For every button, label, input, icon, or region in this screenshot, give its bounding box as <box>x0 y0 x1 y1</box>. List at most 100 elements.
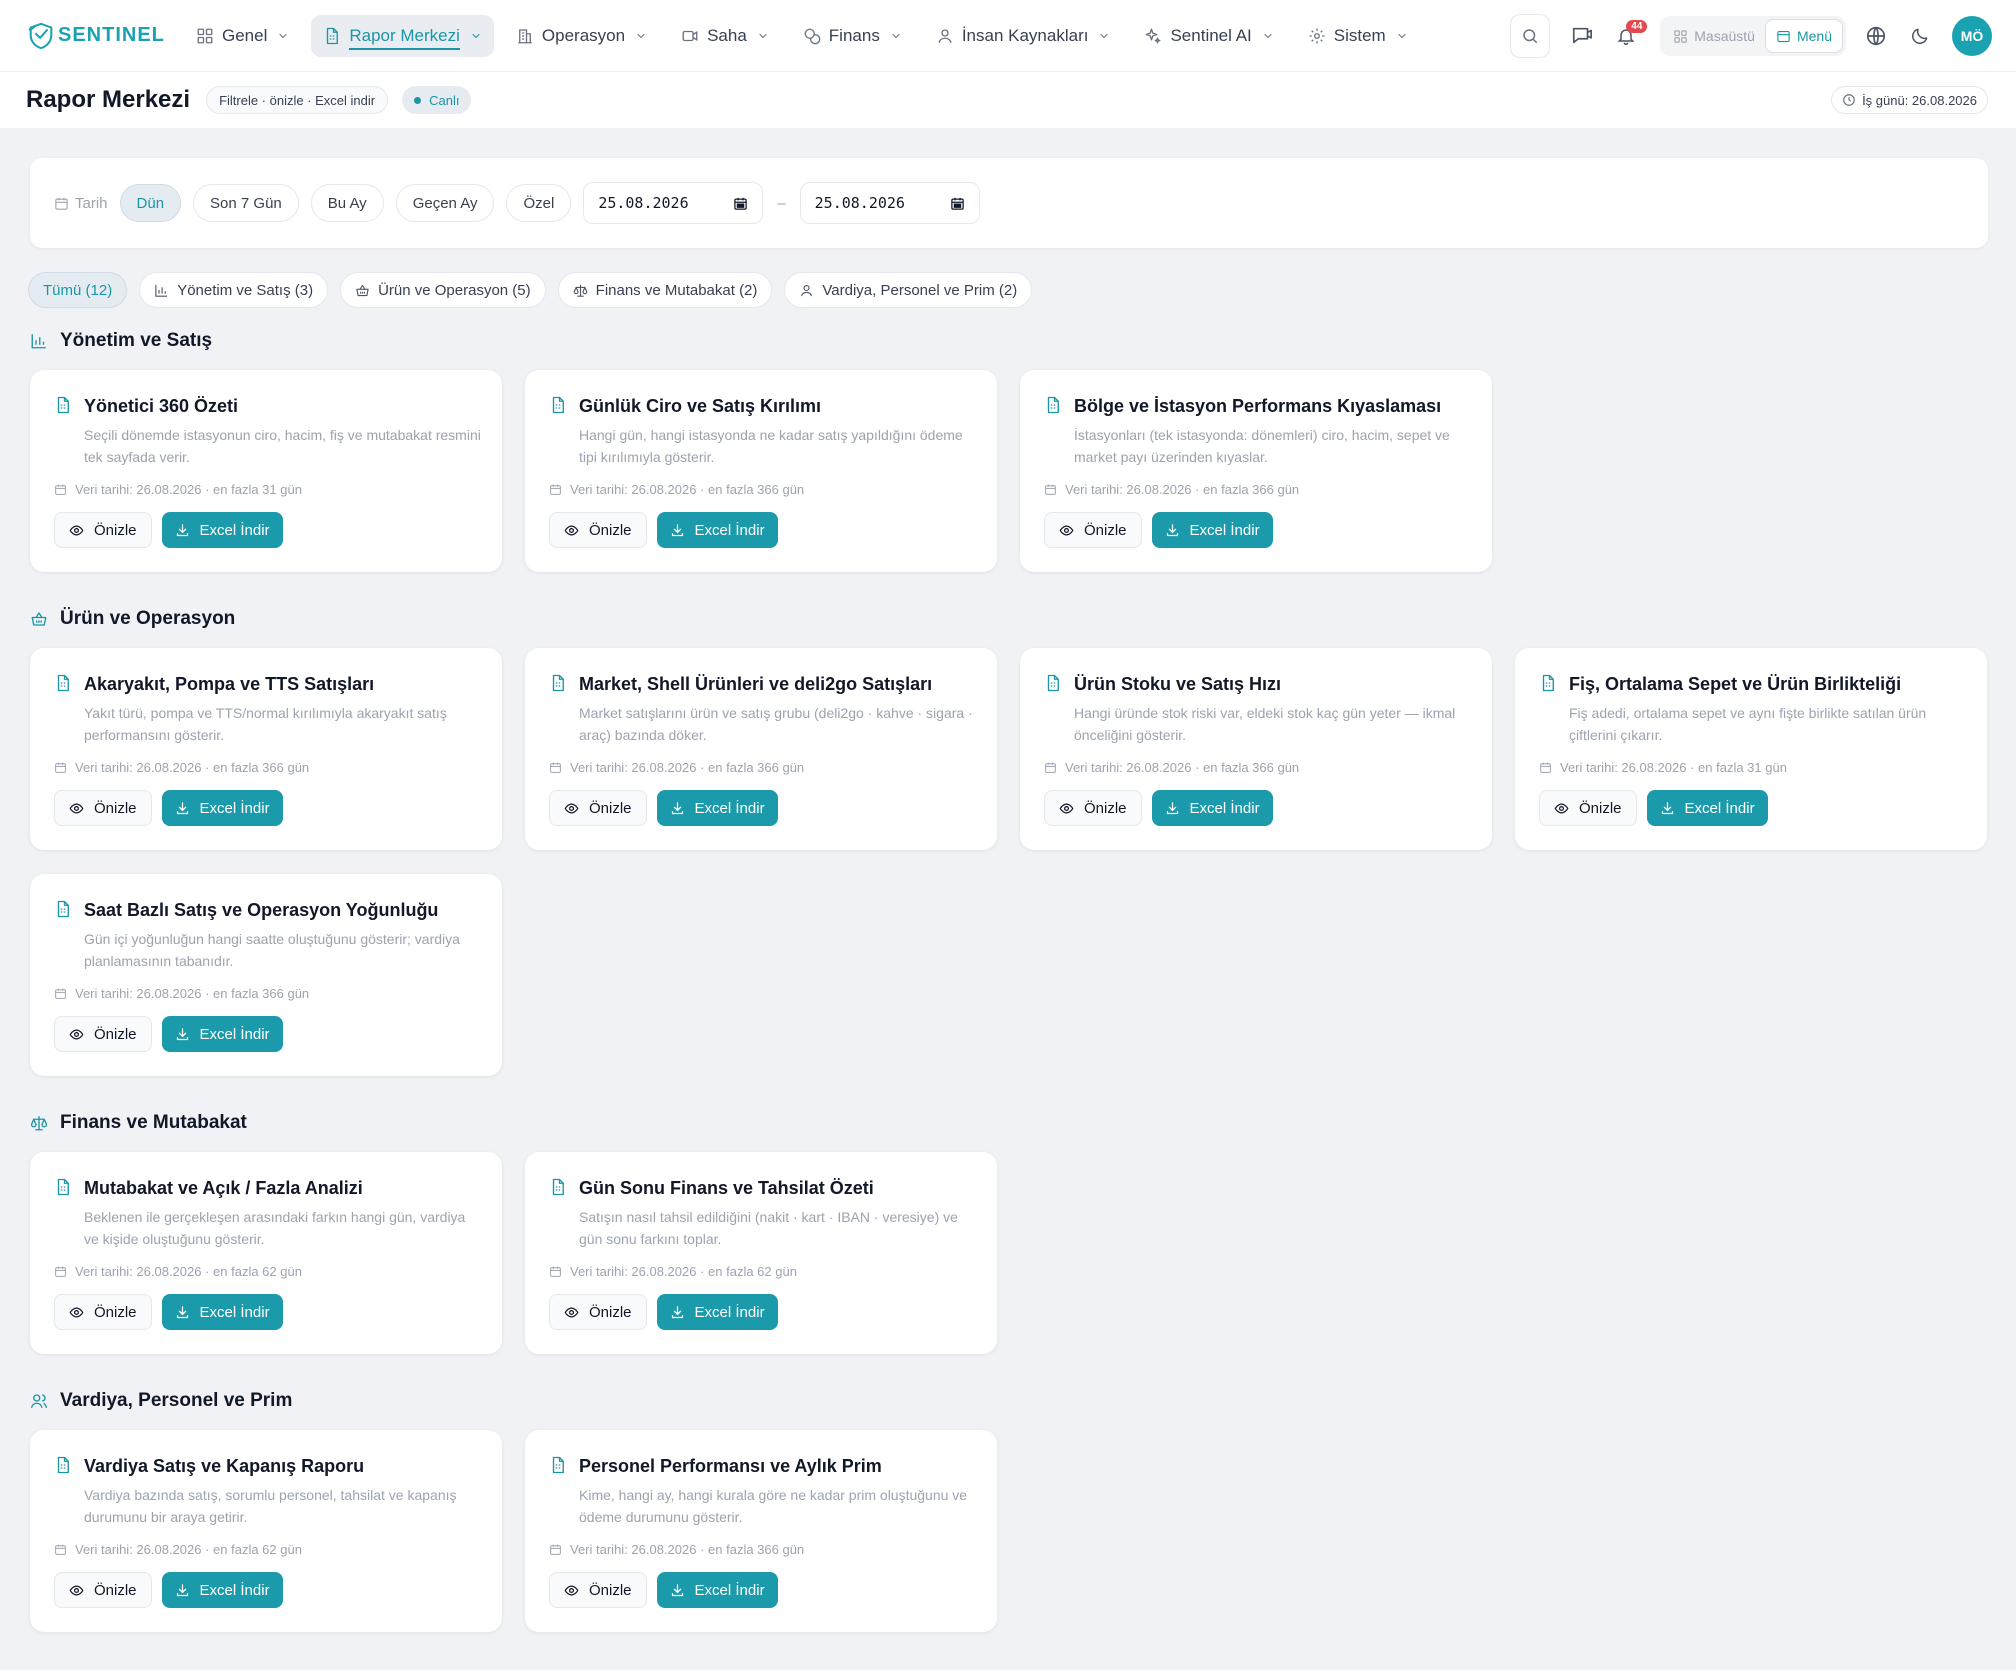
brand-name: SENTINEL <box>58 24 165 46</box>
chevron-down-icon <box>470 30 482 42</box>
view-desktop-button[interactable]: Masaüstü <box>1663 19 1765 53</box>
calendar-icon <box>54 483 67 496</box>
preview-button[interactable]: Önizle <box>54 1016 152 1052</box>
report-card-description: Yakıt türü, pompa ve TTS/normal kırılımı… <box>84 705 447 743</box>
nav-item-sistem[interactable]: Sistem <box>1296 15 1420 57</box>
date-label-text: Tarih <box>75 194 108 212</box>
report-card-meta: Veri tarihi: 26.08.2026 · en fazla 366 g… <box>1044 760 1299 775</box>
report-card-actions: Önizle Excel İndir <box>1539 790 1768 826</box>
shield-logo-icon <box>26 21 56 51</box>
excel-download-button[interactable]: Excel İndir <box>1151 790 1273 826</box>
excel-download-button[interactable]: Excel İndir <box>1151 512 1273 548</box>
category-tab-finans-ve-mutabakat-2[interactable]: Finans ve Mutabakat (2) <box>557 272 773 308</box>
user-icon <box>936 27 954 45</box>
search-button[interactable] <box>1510 14 1551 58</box>
preview-button[interactable]: Önizle <box>1044 512 1142 548</box>
date-preset-gecen-ay[interactable]: Geçen Ay <box>395 184 495 222</box>
nav-item-sentinel-ai[interactable]: Sentinel AI <box>1132 15 1285 57</box>
date-preset-bu-ay[interactable]: Bu Ay <box>310 184 384 222</box>
view-menu-label: Menü <box>1796 28 1832 44</box>
excel-download-button[interactable]: Excel İndir <box>656 790 778 826</box>
excel-download-button[interactable]: Excel İndir <box>1646 790 1768 826</box>
live-label: Canlı <box>429 92 460 108</box>
nav-item-operasyon[interactable]: Operasyon <box>504 15 659 57</box>
date-separator: – <box>777 194 786 212</box>
chat-button[interactable] <box>1560 14 1604 58</box>
calendar-picker-icon[interactable] <box>950 196 965 211</box>
excel-download-button[interactable]: Excel İndir <box>161 1572 283 1608</box>
download-icon <box>1165 801 1180 816</box>
preview-label: Önizle <box>589 521 632 539</box>
nav-item-insan-kaynaklari[interactable]: İnsan Kaynakları <box>924 15 1123 57</box>
chevron-down-icon <box>1396 30 1408 42</box>
category-tab-label: Tümü (12) <box>43 281 113 299</box>
date-preset-son-7-gun[interactable]: Son 7 Gün <box>193 184 299 222</box>
end-date-input[interactable]: 25.08.2026 <box>799 182 980 224</box>
excel-download-button[interactable]: Excel İndir <box>161 1016 283 1052</box>
excel-download-button[interactable]: Excel İndir <box>161 512 283 548</box>
top-nav: SENTINEL Genel Rapor Merkezi Operasyon Saha… <box>0 0 2016 72</box>
excel-download-label: Excel İndir <box>1684 799 1755 817</box>
category-tab-vardiya-personel-ve-prim-2[interactable]: Vardiya, Personel ve Prim (2) <box>784 272 1033 308</box>
preview-button[interactable]: Önizle <box>54 512 152 548</box>
category-tab-yonetim-ve-satis-3[interactable]: Yönetim ve Satış (3) <box>139 272 329 308</box>
preview-button[interactable]: Önizle <box>54 1572 152 1608</box>
download-icon <box>1660 801 1675 816</box>
preview-button[interactable]: Önizle <box>549 512 647 548</box>
preview-button[interactable]: Önizle <box>1539 790 1637 826</box>
section-title-urun-ve-operasyon: Ürün ve Operasyon <box>30 608 235 630</box>
date-preset-ozel[interactable]: Özel <box>506 184 572 222</box>
preview-button[interactable]: Önizle <box>1044 790 1142 826</box>
document-icon <box>54 674 72 692</box>
preview-label: Önizle <box>589 799 632 817</box>
report-card-title: Fiş, Ortalama Sepet ve Ürün Birlikteliği <box>1569 674 1902 694</box>
user-icon <box>799 283 814 298</box>
nav-item-genel[interactable]: Genel <box>184 15 301 57</box>
brand-logo[interactable]: SENTINEL <box>26 21 166 51</box>
calendar-icon <box>54 987 67 1000</box>
excel-download-label: Excel İndir <box>694 1303 765 1321</box>
excel-download-button[interactable]: Excel İndir <box>656 1572 778 1608</box>
nav-item-saha[interactable]: Saha <box>669 15 781 57</box>
download-icon <box>1165 523 1180 538</box>
excel-download-button[interactable]: Excel İndir <box>656 1294 778 1330</box>
theme-toggle-button[interactable] <box>1898 14 1942 58</box>
preview-button[interactable]: Önizle <box>549 1294 647 1330</box>
section-title-label: Vardiya, Personel ve Prim <box>60 1390 293 1411</box>
report-card-actions: Önizle Excel İndir <box>54 790 283 826</box>
calendar-icon <box>1539 761 1552 774</box>
report-card-meta: Veri tarihi: 26.08.2026 · en fazla 366 g… <box>549 1542 804 1557</box>
calendar-icon <box>54 1543 67 1556</box>
preview-button[interactable]: Önizle <box>549 790 647 826</box>
preview-label: Önizle <box>94 1025 137 1043</box>
excel-download-button[interactable]: Excel İndir <box>161 790 283 826</box>
category-tab-tumu-12[interactable]: Tümü (12) <box>28 272 128 308</box>
category-tab-urun-ve-operasyon-5[interactable]: Ürün ve Operasyon (5) <box>340 272 546 308</box>
report-card-meta-text: Veri tarihi: 26.08.2026 · en fazla 366 g… <box>75 986 310 1001</box>
notifications-button[interactable]: 44 <box>1604 14 1648 58</box>
document-icon <box>54 1456 72 1474</box>
date-preset-dun[interactable]: Dün <box>119 184 182 222</box>
excel-download-button[interactable]: Excel İndir <box>656 512 778 548</box>
preview-label: Önizle <box>1084 799 1127 817</box>
preview-button[interactable]: Önizle <box>54 1294 152 1330</box>
chevron-down-icon <box>1098 30 1110 42</box>
language-button[interactable] <box>1854 14 1898 58</box>
avatar[interactable]: MÖ <box>1952 16 1992 56</box>
preview-button[interactable]: Önizle <box>549 1572 647 1608</box>
report-card: Gün Sonu Finans ve Tahsilat Özeti Satışın… <box>525 1152 997 1354</box>
eye-icon <box>564 1583 579 1598</box>
nav-item-rapor-merkezi[interactable]: Rapor Merkezi <box>311 14 494 57</box>
report-card-meta: Veri tarihi: 26.08.2026 · en fazla 62 gü… <box>549 1264 797 1279</box>
calendar-icon <box>54 196 69 211</box>
start-date-input[interactable]: 25.08.2026 <box>583 182 764 224</box>
report-card-title: Günlük Ciro ve Satış Kırılımı <box>579 396 822 416</box>
nav-item-finans[interactable]: Finans <box>791 15 914 57</box>
report-card-description: Gün içi yoğunluğun hangi saatte oluştuğu… <box>84 931 460 969</box>
preview-button[interactable]: Önizle <box>54 790 152 826</box>
excel-download-button[interactable]: Excel İndir <box>161 1294 283 1330</box>
section-title-label: Ürün ve Operasyon <box>60 608 236 629</box>
calendar-picker-icon[interactable] <box>733 196 748 211</box>
report-card-actions: Önizle Excel İndir <box>54 1294 283 1330</box>
view-menu-button[interactable]: Menü <box>1764 19 1843 53</box>
